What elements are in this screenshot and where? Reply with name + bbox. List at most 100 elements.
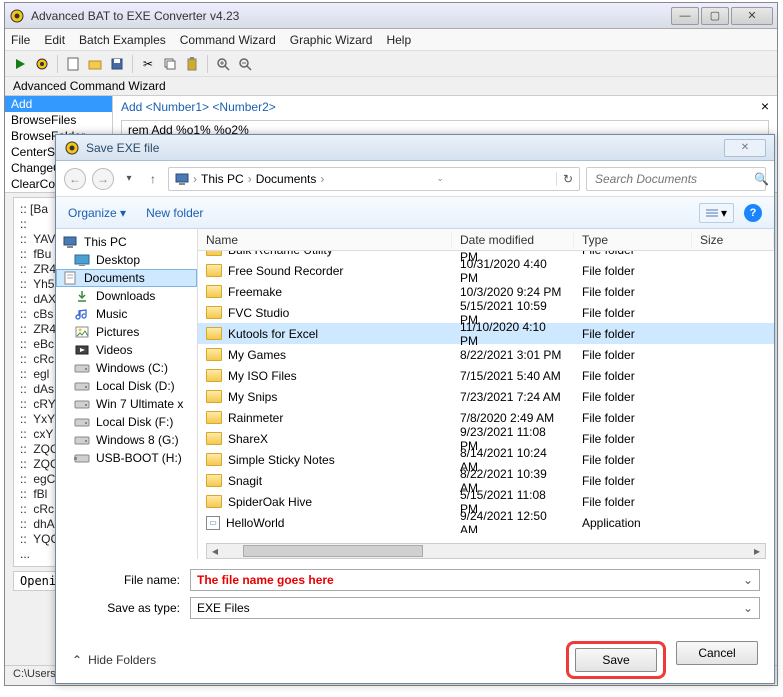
help-icon[interactable]: ?	[744, 204, 762, 222]
gear-icon[interactable]	[33, 55, 51, 73]
file-row[interactable]: Kutools for Excel11/10/2020 4:10 PMFile …	[198, 323, 774, 344]
scroll-left-icon[interactable]: ◂	[207, 544, 223, 558]
crumb-dropdown-icon[interactable]: ⌄	[436, 173, 444, 184]
filename-field[interactable]: The file name goes here ⌄	[190, 569, 760, 591]
cancel-button[interactable]: Cancel	[676, 641, 758, 665]
tree-item[interactable]: Downloads	[56, 287, 197, 305]
desktop-icon	[74, 253, 90, 267]
tree-item[interactable]: Windows 8 (G:)	[56, 431, 197, 449]
hide-folders-button[interactable]: ⌃ Hide Folders	[72, 653, 156, 667]
dialog-close-button[interactable]: ✕	[724, 139, 766, 157]
acw-item[interactable]: BrowseFiles	[5, 112, 112, 128]
search-input[interactable]	[593, 171, 754, 187]
file-row[interactable]: My Snips7/23/2021 7:24 AMFile folder	[198, 386, 774, 407]
refresh-icon[interactable]: ↻	[556, 172, 573, 186]
save-button[interactable]: Save	[575, 648, 657, 672]
file-list[interactable]: Name Date modified Type Size Bulk Rename…	[198, 229, 774, 559]
recent-dropdown-icon[interactable]: ▾	[120, 170, 138, 188]
minimize-button[interactable]: —	[671, 7, 699, 25]
maximize-button[interactable]: ▢	[701, 7, 729, 25]
new-folder-button[interactable]: New folder	[146, 206, 203, 220]
menu-help[interactable]: Help	[386, 33, 411, 47]
tree-item[interactable]: Documents	[56, 269, 197, 287]
menu-command-wizard[interactable]: Command Wizard	[180, 33, 276, 47]
file-row[interactable]: HelloWorld9/24/2021 12:50 AMApplication	[198, 512, 774, 533]
breadcrumb[interactable]: › This PC › Documents › ⌄ ↻	[168, 167, 580, 191]
drive-icon	[74, 397, 90, 411]
file-form: File name: The file name goes here ⌄ Sav…	[56, 559, 774, 631]
menu-batch-examples[interactable]: Batch Examples	[79, 33, 166, 47]
tree-item[interactable]: Win 7 Ultimate x	[56, 395, 197, 413]
paste-icon[interactable]	[183, 55, 201, 73]
menu-graphic-wizard[interactable]: Graphic Wizard	[290, 33, 373, 47]
filename-label: File name:	[70, 573, 190, 587]
menu-file[interactable]: File	[11, 33, 30, 47]
saveastype-field[interactable]: EXE Files ⌄	[190, 597, 760, 619]
pc-icon	[175, 173, 189, 185]
column-headers[interactable]: Name Date modified Type Size	[198, 229, 774, 251]
col-name[interactable]: Name	[198, 233, 452, 247]
search-box[interactable]: 🔍	[586, 167, 766, 191]
tree-item[interactable]: Local Disk (F:)	[56, 413, 197, 431]
file-row[interactable]: Free Sound Recorder10/31/2020 4:40 PMFil…	[198, 260, 774, 281]
drive-icon	[74, 379, 90, 393]
tree-this-pc[interactable]: This PC	[56, 233, 197, 251]
saveastype-dropdown-icon[interactable]: ⌄	[743, 601, 753, 615]
titlebar[interactable]: Advanced BAT to EXE Converter v4.23 — ▢ …	[5, 3, 777, 29]
close-button[interactable]: ✕	[731, 7, 773, 25]
folder-icon	[206, 306, 222, 319]
crumb-documents[interactable]: Documents	[256, 172, 317, 186]
nav-tree[interactable]: This PC DesktopDocumentsDownloadsMusicPi…	[56, 229, 198, 559]
menu-edit[interactable]: Edit	[44, 33, 65, 47]
open-icon[interactable]	[86, 55, 104, 73]
app-icon	[9, 8, 25, 24]
folder-icon	[206, 327, 222, 340]
folder-icon	[206, 495, 222, 508]
tree-item[interactable]: Videos	[56, 341, 197, 359]
usb-icon	[74, 451, 90, 465]
pc-icon	[62, 235, 78, 249]
col-date[interactable]: Date modified	[452, 233, 574, 247]
zoom-in-icon[interactable]	[214, 55, 232, 73]
videos-icon	[74, 343, 90, 357]
acw-item-add[interactable]: Add	[5, 96, 112, 112]
crumb-this-pc[interactable]: This PC	[201, 172, 244, 186]
organize-button[interactable]: Organize ▾	[68, 206, 126, 220]
organize-bar: Organize ▾ New folder ▾ ?	[56, 197, 774, 229]
drive-icon	[74, 433, 90, 447]
cut-icon[interactable]: ✂	[139, 55, 157, 73]
tree-item[interactable]: Local Disk (D:)	[56, 377, 197, 395]
folder-icon	[206, 474, 222, 487]
filename-annotation: The file name goes here	[197, 573, 334, 587]
tree-item[interactable]: Music	[56, 305, 197, 323]
scroll-thumb[interactable]	[243, 545, 423, 557]
acw-label: Advanced Command Wizard	[5, 77, 777, 95]
menubar: File Edit Batch Examples Command Wizard …	[5, 29, 777, 51]
file-row[interactable]: My ISO Files7/15/2021 5:40 AMFile folder	[198, 365, 774, 386]
acw-syntax: Add <Number1> <Number2>	[121, 100, 769, 114]
tree-item[interactable]: Pictures	[56, 323, 197, 341]
acw-close-icon[interactable]: ×	[761, 98, 769, 114]
folder-icon	[206, 285, 222, 298]
tree-item[interactable]: Desktop	[56, 251, 197, 269]
pictures-icon	[74, 325, 90, 339]
back-button[interactable]: ←	[64, 168, 86, 190]
save-icon[interactable]	[108, 55, 126, 73]
horizontal-scrollbar[interactable]: ◂ ▸	[206, 543, 766, 559]
view-button[interactable]: ▾	[699, 203, 734, 223]
zoom-out-icon[interactable]	[236, 55, 254, 73]
scroll-right-icon[interactable]: ▸	[749, 544, 765, 558]
tree-item[interactable]: USB-BOOT (H:)	[56, 449, 197, 467]
dialog-titlebar[interactable]: Save EXE file ✕	[56, 135, 774, 161]
filename-dropdown-icon[interactable]: ⌄	[743, 573, 753, 587]
forward-button[interactable]: →	[92, 168, 114, 190]
new-icon[interactable]	[64, 55, 82, 73]
search-icon[interactable]: 🔍	[754, 172, 769, 186]
tree-item[interactable]: Windows (C:)	[56, 359, 197, 377]
col-type[interactable]: Type	[574, 233, 692, 247]
run-icon[interactable]	[11, 55, 29, 73]
col-size[interactable]: Size	[692, 233, 774, 247]
copy-icon[interactable]	[161, 55, 179, 73]
up-button[interactable]: ↑	[144, 170, 162, 188]
file-row[interactable]: My Games8/22/2021 3:01 PMFile folder	[198, 344, 774, 365]
